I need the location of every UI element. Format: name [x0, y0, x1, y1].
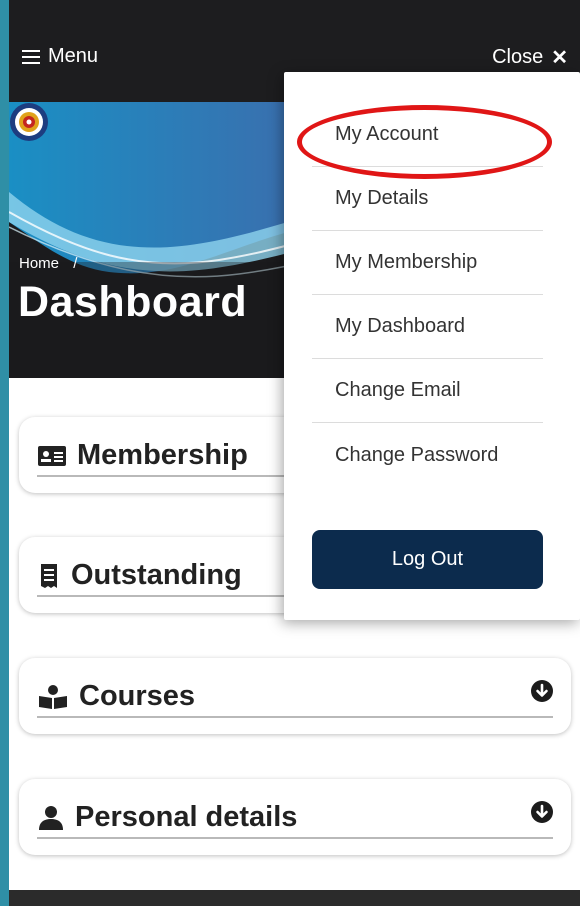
arrow-down-circle-icon — [536, 804, 548, 818]
footer-strip — [9, 890, 580, 906]
page: Menu Close ✕ Home / Dashboard Membership… — [9, 0, 580, 906]
annotation-highlight-circle — [297, 105, 552, 179]
close-icon: ✕ — [551, 47, 568, 69]
card-header: Membership — [37, 439, 248, 472]
breadcrumb-home-link[interactable]: Home — [19, 255, 59, 272]
personal-details-card[interactable]: Personal details — [19, 779, 571, 855]
page-title: Dashboard — [18, 278, 248, 326]
card-header: Courses — [37, 680, 195, 713]
card-header: Outstanding — [37, 559, 242, 592]
courses-card[interactable]: Courses — [19, 658, 571, 734]
menu-item-my-membership[interactable]: My Membership — [312, 231, 543, 295]
menu-item-change-email[interactable]: Change Email — [312, 359, 543, 423]
breadcrumb-separator: / — [73, 255, 78, 272]
menu-label: Menu — [48, 45, 99, 67]
hamburger-icon — [22, 49, 40, 64]
reading-icon — [39, 684, 67, 709]
id-card-icon — [38, 445, 66, 466]
card-title: Outstanding — [71, 559, 242, 591]
menu-item-change-password[interactable]: Change Password — [312, 423, 543, 487]
city-seal-logo — [10, 103, 48, 141]
card-title: Courses — [79, 680, 196, 712]
card-divider — [37, 837, 553, 839]
window-frame-edge — [0, 0, 9, 906]
menu-button[interactable]: Menu — [22, 45, 98, 68]
card-title: Personal details — [75, 801, 298, 833]
receipt-icon — [41, 563, 57, 588]
card-divider — [37, 716, 553, 718]
expand-courses-button[interactable] — [531, 680, 553, 702]
card-header: Personal details — [37, 801, 297, 834]
close-menu-button[interactable]: Close ✕ — [492, 45, 568, 70]
menu-item-my-dashboard[interactable]: My Dashboard — [312, 295, 543, 359]
close-label: Close — [492, 46, 544, 68]
card-title: Membership — [77, 439, 248, 471]
user-icon — [39, 805, 63, 830]
arrow-down-circle-icon — [536, 683, 548, 697]
log-out-button[interactable]: Log Out — [312, 530, 543, 589]
expand-personal-details-button[interactable] — [531, 801, 553, 823]
breadcrumb: Home / — [19, 255, 87, 272]
